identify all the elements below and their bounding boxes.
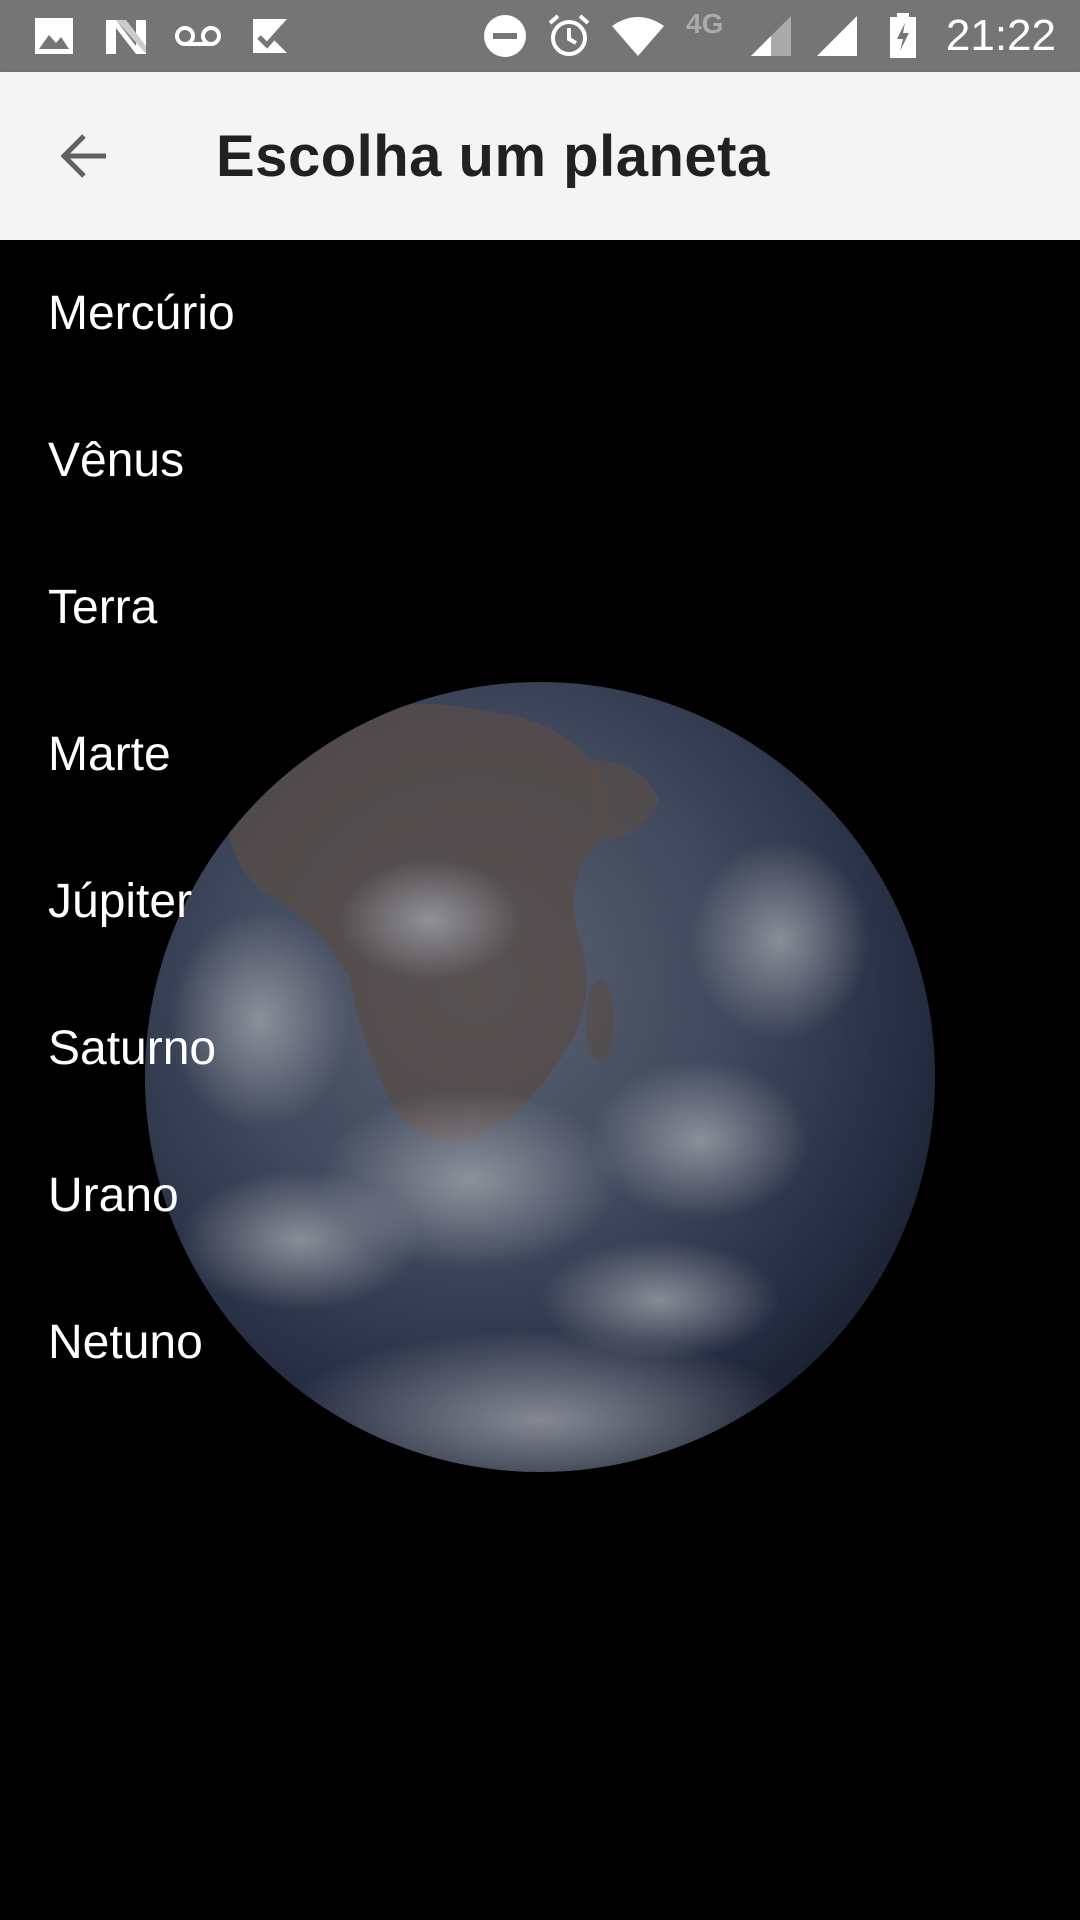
- page-title: Escolha um planeta: [216, 124, 770, 189]
- list-item[interactable]: Vênus: [0, 387, 1080, 534]
- list-item[interactable]: Terra: [0, 534, 1080, 681]
- signal-icon: [814, 14, 860, 58]
- image-icon: [32, 14, 76, 58]
- check-app-icon: [248, 14, 292, 58]
- list-item[interactable]: Marte: [0, 681, 1080, 828]
- list-item[interactable]: Mercúrio: [0, 240, 1080, 387]
- n-icon: [102, 14, 150, 58]
- wifi-icon: [610, 14, 666, 58]
- signal-icon: [748, 14, 794, 58]
- list-item[interactable]: Saturno: [0, 975, 1080, 1122]
- do-not-disturb-icon: [482, 14, 528, 58]
- app-bar: Escolha um planeta: [0, 72, 1080, 240]
- list-item[interactable]: Urano: [0, 1122, 1080, 1269]
- alarm-icon: [546, 14, 592, 58]
- back-button[interactable]: [40, 112, 128, 200]
- arrow-back-icon: [60, 134, 106, 178]
- network-type-label: 4G: [686, 8, 724, 39]
- list-item[interactable]: Júpiter: [0, 828, 1080, 975]
- planet-list: Mercúrio Vênus Terra Marte Júpiter Satur…: [0, 240, 1080, 1416]
- voicemail-icon: [172, 14, 224, 58]
- list-item[interactable]: Netuno: [0, 1269, 1080, 1416]
- screen: 4G 21:22 Escolha um planeta Mercúrio Vên…: [0, 0, 1080, 1920]
- status-bar: 4G 21:22: [0, 0, 1080, 72]
- status-time: 21:22: [945, 11, 1056, 60]
- battery-charging-icon: [888, 13, 918, 58]
